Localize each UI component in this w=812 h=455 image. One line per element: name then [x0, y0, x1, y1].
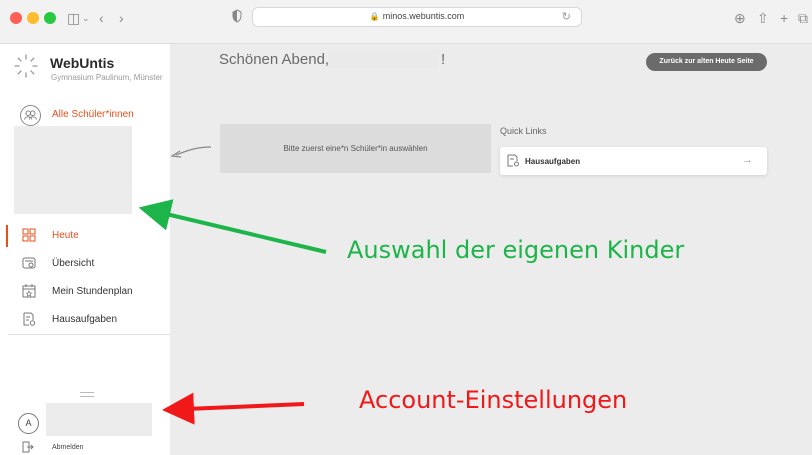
annotation-children: Auswahl der eigenen Kinder — [347, 236, 685, 264]
annotation-account: Account-Einstellungen — [359, 386, 628, 414]
red-annotation-arrow — [162, 392, 305, 425]
gray-pointer-arrow — [175, 146, 212, 156]
green-annotation-arrow — [138, 199, 327, 254]
